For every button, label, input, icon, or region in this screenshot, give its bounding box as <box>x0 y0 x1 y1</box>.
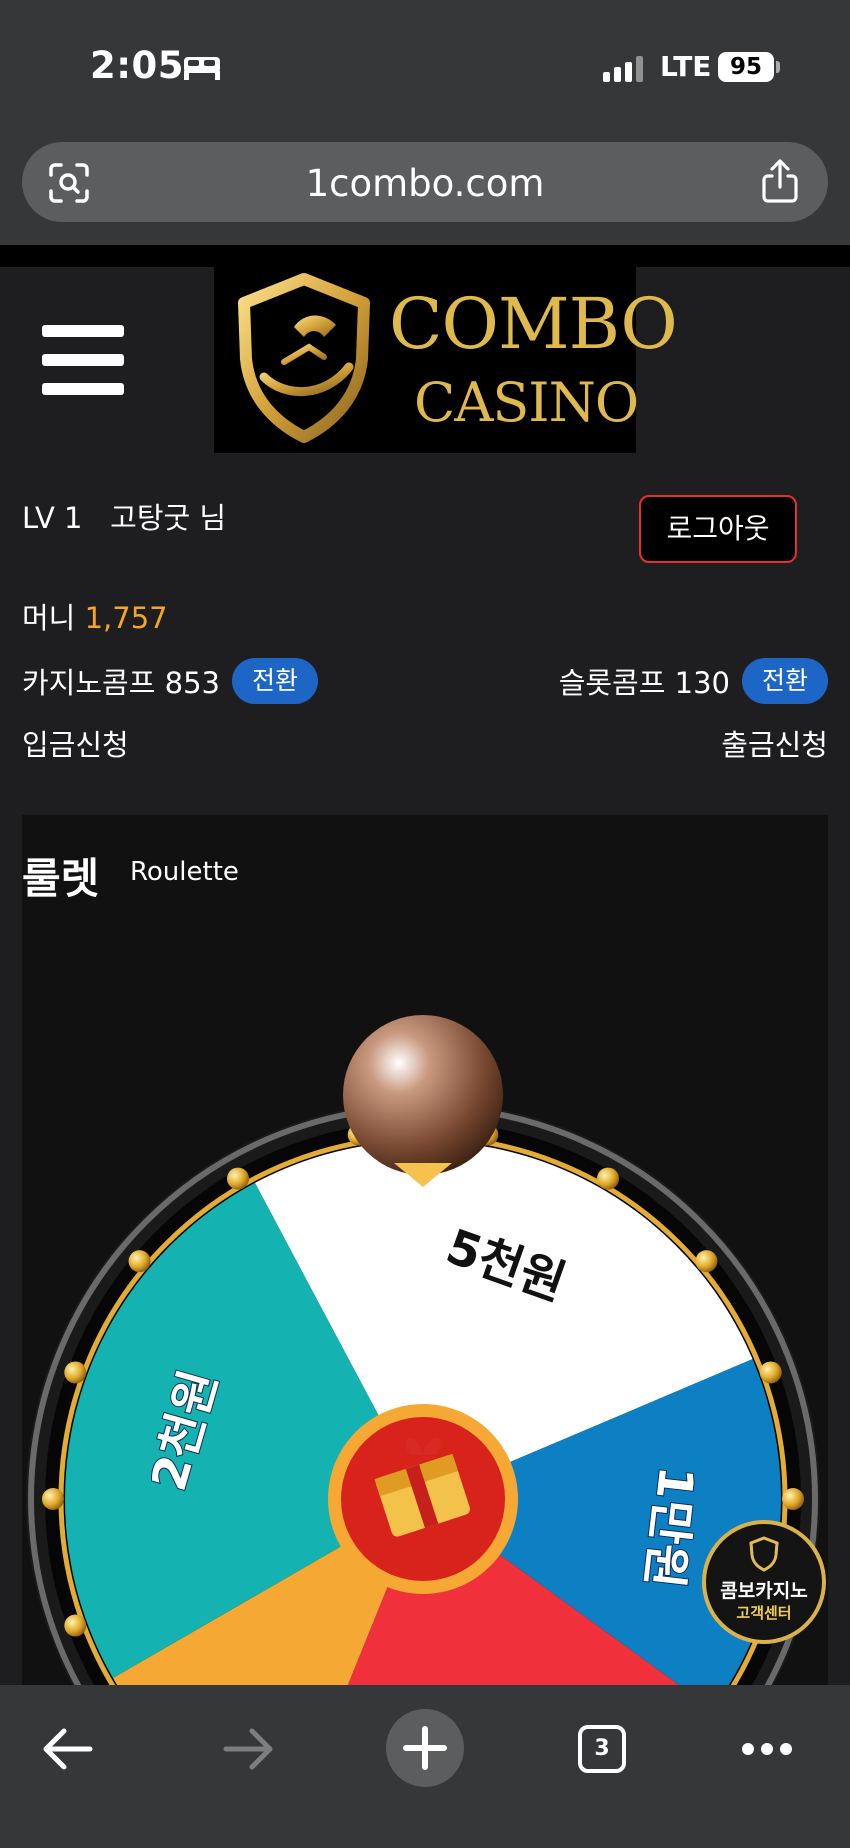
combo-casino-logo[interactable]: COMBO CASINO <box>214 267 678 453</box>
casino-comp-convert-button[interactable]: 전환 <box>231 658 318 704</box>
new-tab-button[interactable] <box>386 1709 464 1787</box>
battery-icon: 95 <box>718 52 774 82</box>
forward-arrow-icon[interactable] <box>220 1727 276 1771</box>
money-label: 머니 <box>22 601 76 635</box>
wheel-stud <box>782 1488 804 1510</box>
more-options-icon[interactable] <box>740 1741 794 1757</box>
money-balance: 머니 1,757 <box>22 595 168 637</box>
status-time: 2:05 <box>90 44 185 87</box>
user-info: LV 1 고탕굿 님 <box>22 495 226 537</box>
roulette-title: 룰렛 <box>22 854 100 903</box>
wheel-stud <box>128 1250 151 1273</box>
logo-text-casino: CASINO <box>414 371 639 434</box>
sleep-mode-icon <box>184 57 220 80</box>
url-text[interactable]: 1combo.com <box>22 162 828 205</box>
wheel-stud <box>597 1167 619 1190</box>
tabs-button[interactable]: 3 <box>578 1725 626 1773</box>
back-arrow-icon[interactable] <box>40 1727 96 1771</box>
wheel-stud <box>64 1614 87 1637</box>
casino-comp-label: 카지노콤프 853 <box>22 666 220 700</box>
user-name: 고탕굿 님 <box>110 501 227 535</box>
money-amount: 1,757 <box>84 601 168 635</box>
status-bar: 2:05 LTE 95 <box>0 0 850 130</box>
tab-count: 3 <box>594 1736 610 1761</box>
customer-service-button[interactable]: 콤보카지노 고객센터 <box>702 1520 826 1644</box>
cs-badge-subtitle: 고객센터 <box>736 1604 792 1622</box>
shield-logo-icon <box>238 273 370 443</box>
site-header: COMBO CASINO <box>0 267 850 453</box>
address-bar[interactable]: 1combo.com <box>22 142 828 222</box>
deposit-request-link[interactable]: 입금신청 <box>22 722 129 764</box>
user-level: LV 1 <box>22 501 83 535</box>
slot-comp-label: 슬롯콤프 130 <box>558 666 730 700</box>
wheel-stud <box>42 1488 64 1510</box>
battery-tip <box>776 61 780 73</box>
wheel-stud <box>227 1167 249 1190</box>
slot-comp-convert-button[interactable]: 전환 <box>741 658 828 704</box>
cellular-signal-icon <box>603 56 643 82</box>
browser-bottom-toolbar: 3 <box>0 1685 850 1848</box>
wheel-stud <box>64 1361 87 1384</box>
logout-button[interactable]: 로그아웃 <box>639 495 797 563</box>
page-top-border <box>0 245 850 267</box>
slot-comp: 슬롯콤프 130 전환 <box>559 658 828 704</box>
wheel-stud <box>695 1250 718 1273</box>
roulette-pointer-ball <box>343 1015 503 1175</box>
withdraw-request-link[interactable]: 출금신청 <box>721 722 828 764</box>
roulette-subtitle: Roulette <box>130 857 239 887</box>
casino-comp: 카지노콤프 853 전환 <box>22 658 318 704</box>
cs-badge-title: 콤보카지노 <box>720 1580 808 1602</box>
share-icon[interactable] <box>760 158 800 204</box>
browser-toolbar: 1combo.com <box>0 130 850 245</box>
wheel-stud <box>759 1361 782 1384</box>
hamburger-menu-icon[interactable] <box>42 325 124 395</box>
logo-text-combo: COMBO <box>389 283 678 365</box>
plus-icon <box>403 1726 447 1770</box>
shield-mini-icon <box>749 1536 779 1572</box>
network-type: LTE <box>660 50 712 83</box>
